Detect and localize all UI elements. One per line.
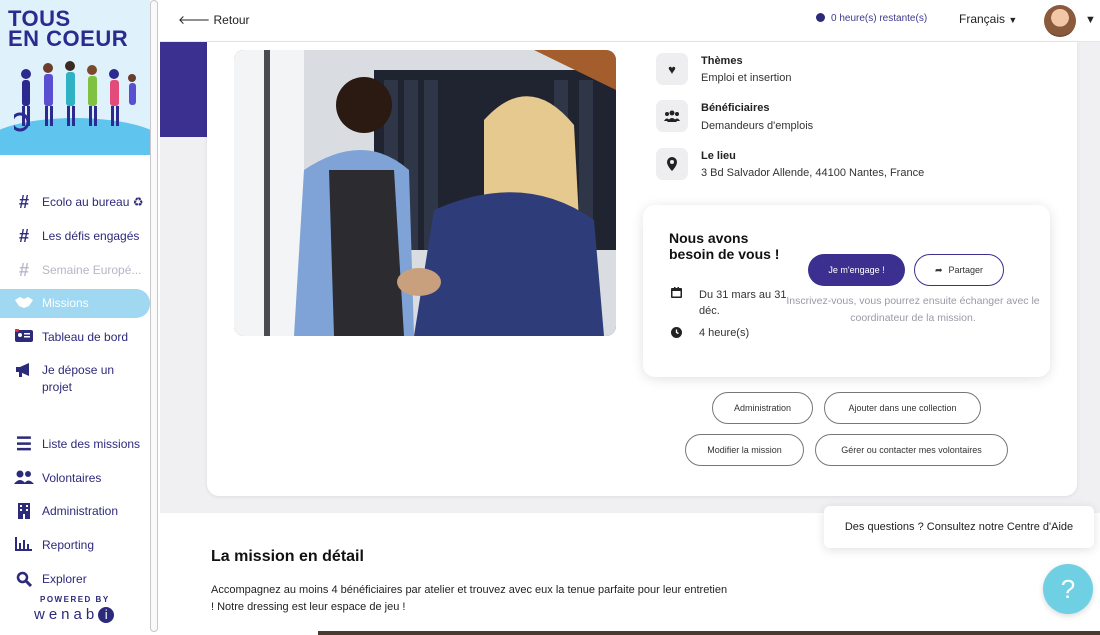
- language-select[interactable]: Français ▼: [959, 12, 1017, 26]
- engage-button[interactable]: Je m'engage !: [808, 254, 905, 286]
- sidebar-item-label: Missions: [42, 296, 89, 310]
- sidebar-item-administration[interactable]: Administration: [0, 503, 150, 521]
- beneficiaries-title: Bénéficiaires: [701, 102, 770, 114]
- back-link[interactable]: 🡐 Retour: [178, 12, 250, 27]
- list-icon: ☰: [15, 434, 33, 454]
- engagement-box: Nous avons besoin de vous ! Du 31 mars a…: [643, 205, 1050, 377]
- sidebar-item-ecolo[interactable]: # Ecolo au bureau ♻: [0, 192, 150, 212]
- edit-mission-button[interactable]: Modifier la mission: [685, 434, 804, 466]
- sidebar-item-label: Liste des missions: [42, 437, 141, 451]
- top-bar: 🡐 Retour 0 heure(s) restante(s) Français…: [160, 0, 1100, 42]
- calendar-icon: [671, 287, 699, 319]
- handshake-icon: [12, 295, 36, 311]
- sidebar-item-projet[interactable]: Je dépose un projet: [0, 362, 150, 396]
- sidebar-item-label: Tableau de bord: [42, 330, 129, 344]
- heart-icon: ♥: [656, 53, 688, 85]
- mission-detail-text: Accompagnez au moins 4 bénéficiaires par…: [211, 584, 728, 613]
- header-banner-strip: [160, 42, 208, 137]
- users-icon: [656, 100, 688, 132]
- brand-logo[interactable]: TOUS EN COEUR: [0, 0, 150, 155]
- hashtag-icon: #: [18, 226, 29, 246]
- sidebar-item-label: Je dépose un projet: [42, 363, 115, 394]
- add-to-collection-button[interactable]: Ajouter dans une collection: [824, 392, 981, 424]
- sidebar-item-defis[interactable]: # Les défis engagés: [0, 226, 150, 246]
- duration-row: 4 heure(s): [671, 327, 749, 341]
- chevron-down-icon[interactable]: ▼: [1085, 14, 1096, 26]
- powered-by-label: POWERED BY: [40, 595, 110, 604]
- place-value: 3 Bd Salvador Allende, 44100 Nantes, Fra…: [701, 167, 925, 179]
- sidebar-item-missions[interactable]: Missions: [0, 289, 150, 318]
- remaining-hours-label: 0 heure(s) restante(s): [831, 13, 928, 24]
- user-avatar[interactable]: [1044, 5, 1076, 37]
- share-icon: ➦: [934, 264, 943, 275]
- chart-icon: [12, 537, 36, 553]
- id-card-icon: [12, 328, 36, 345]
- megaphone-icon: [12, 362, 36, 380]
- sidebar-item-label: Volontaires: [42, 471, 102, 485]
- help-center-tooltip[interactable]: Des questions ? Consultez notre Centre d…: [824, 506, 1094, 548]
- map-pin-icon: [656, 148, 688, 180]
- mission-date: Du 31 mars au 31 déc.: [699, 289, 787, 317]
- sidebar-scrollbar[interactable]: [150, 0, 158, 632]
- share-button[interactable]: ➦ Partager: [914, 254, 1004, 286]
- sidebar: TOUS EN COEUR # Ecolo au bureau ♻ # Les …: [0, 0, 160, 635]
- sidebar-item-label: Ecolo au bureau ♻: [42, 195, 144, 209]
- caret-down-icon: ▼: [1008, 15, 1018, 25]
- sidebar-item-label: Semaine Europé...: [42, 263, 142, 277]
- sidebar-item-label: Explorer: [42, 572, 87, 586]
- mission-duration: 4 heure(s): [699, 327, 750, 339]
- hashtag-icon: #: [18, 260, 29, 280]
- place-title: Le lieu: [701, 150, 736, 162]
- sidebar-item-tableau[interactable]: Tableau de bord: [0, 328, 150, 346]
- manage-volunteers-button[interactable]: Gérer ou contacter mes volontaires: [815, 434, 1008, 466]
- sidebar-item-reporting[interactable]: Reporting: [0, 537, 150, 554]
- date-row: Du 31 mars au 31 déc.: [671, 287, 801, 319]
- back-label: Retour: [213, 13, 250, 27]
- language-label: Français: [959, 12, 1006, 26]
- wenabi-logo[interactable]: wenab i: [34, 606, 115, 623]
- clock-icon: [671, 327, 699, 341]
- wenabi-text: wenab: [34, 606, 99, 623]
- sidebar-item-volontaires[interactable]: Volontaires: [0, 470, 150, 487]
- sidebar-item-label: Administration: [42, 504, 119, 518]
- search-icon: [12, 571, 36, 589]
- logo-title: TOUS EN COEUR: [8, 8, 129, 51]
- arrow-left-icon: 🡐: [178, 13, 214, 27]
- beneficiaries-value: Demandeurs d'emplois: [701, 120, 814, 132]
- mission-detail-title: La mission en détail: [211, 548, 364, 565]
- logo-people-illustration: [14, 61, 136, 132]
- mission-photo: [234, 50, 616, 336]
- users-icon: [12, 470, 36, 486]
- bottom-strip: [318, 631, 1100, 635]
- building-icon: [12, 503, 36, 521]
- help-button[interactable]: ?: [1043, 564, 1093, 614]
- engage-hint: Inscrivez-vous, vous pourrez ensuite éch…: [786, 295, 1040, 324]
- logo-line-2: EN COEUR: [8, 26, 129, 51]
- mission-photo-image: [234, 50, 616, 336]
- hashtag-icon: #: [18, 192, 29, 212]
- administration-button[interactable]: Administration: [712, 392, 813, 424]
- need-you-heading: Nous avons besoin de vous !: [669, 230, 780, 262]
- sidebar-item-liste-missions[interactable]: ☰ Liste des missions: [0, 434, 150, 454]
- themes-value: Emploi et insertion: [701, 72, 792, 84]
- share-label: Partager: [948, 265, 984, 275]
- sidebar-item-semaine[interactable]: # Semaine Europé...: [0, 260, 150, 280]
- wenabi-dot: i: [98, 607, 115, 623]
- clock-icon: [816, 13, 825, 22]
- sidebar-item-label: Reporting: [42, 538, 95, 552]
- sidebar-item-explorer[interactable]: Explorer: [0, 571, 150, 589]
- themes-title: Thèmes: [701, 55, 743, 67]
- remaining-hours: 0 heure(s) restante(s): [816, 13, 927, 24]
- sidebar-item-label: Les défis engagés: [42, 229, 140, 243]
